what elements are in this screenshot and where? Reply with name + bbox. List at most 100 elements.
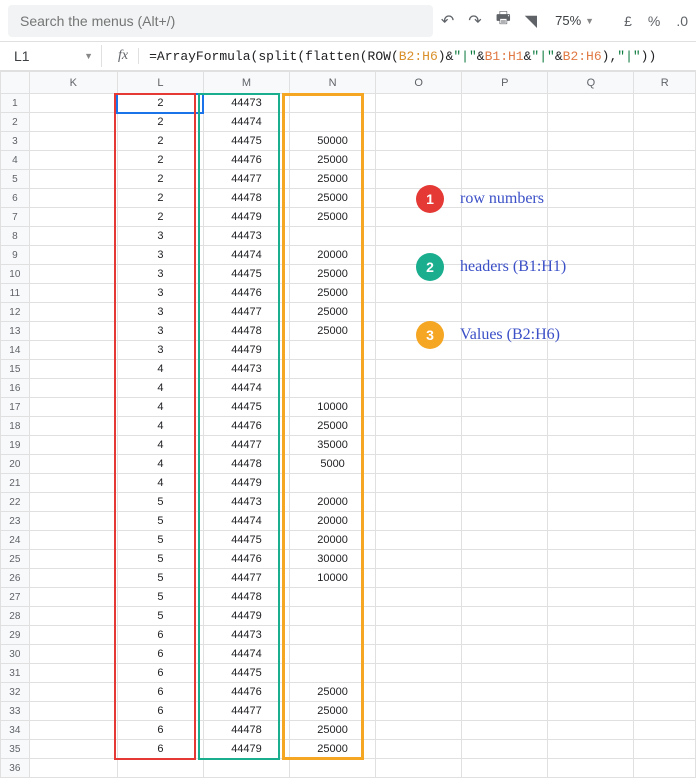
cell[interactable]: 44473 <box>203 94 289 113</box>
row-header[interactable]: 27 <box>1 588 30 607</box>
cell[interactable] <box>462 417 548 436</box>
cell[interactable] <box>203 759 289 778</box>
cell[interactable] <box>634 569 696 588</box>
cell[interactable] <box>548 455 634 474</box>
cell[interactable] <box>376 607 462 626</box>
row-header[interactable]: 28 <box>1 607 30 626</box>
cell[interactable] <box>29 303 117 322</box>
cell[interactable] <box>290 379 376 398</box>
cell[interactable]: 20000 <box>290 246 376 265</box>
cell[interactable]: 6 <box>117 626 203 645</box>
undo-icon[interactable]: ↶ <box>441 11 454 31</box>
cell[interactable] <box>376 417 462 436</box>
cell[interactable]: 44473 <box>203 360 289 379</box>
cell[interactable] <box>376 721 462 740</box>
row-header[interactable]: 17 <box>1 398 30 417</box>
cell[interactable] <box>548 512 634 531</box>
cell[interactable] <box>462 645 548 664</box>
row-header[interactable]: 5 <box>1 170 30 189</box>
cell[interactable] <box>290 341 376 360</box>
row-header[interactable]: 1 <box>1 94 30 113</box>
cell[interactable] <box>462 360 548 379</box>
percent-button[interactable]: % <box>648 13 660 29</box>
cell[interactable]: 2 <box>117 189 203 208</box>
redo-icon[interactable]: ↷ <box>468 11 481 31</box>
cell[interactable] <box>634 113 696 132</box>
cell[interactable]: 44476 <box>203 284 289 303</box>
cell[interactable] <box>634 607 696 626</box>
cell[interactable] <box>29 493 117 512</box>
cell[interactable] <box>634 531 696 550</box>
cell[interactable] <box>290 227 376 246</box>
row-header[interactable]: 25 <box>1 550 30 569</box>
cell[interactable] <box>117 759 203 778</box>
cell[interactable]: 44475 <box>203 132 289 151</box>
cell[interactable]: 6 <box>117 721 203 740</box>
cell[interactable] <box>462 607 548 626</box>
cell[interactable] <box>634 455 696 474</box>
cell[interactable]: 25000 <box>290 265 376 284</box>
cell[interactable]: 44476 <box>203 550 289 569</box>
cell[interactable] <box>548 683 634 702</box>
cell[interactable]: 5 <box>117 550 203 569</box>
row-header[interactable]: 23 <box>1 512 30 531</box>
cell[interactable] <box>634 493 696 512</box>
cell[interactable]: 20000 <box>290 512 376 531</box>
cell[interactable] <box>634 626 696 645</box>
search-input[interactable] <box>8 5 433 37</box>
cell[interactable] <box>634 379 696 398</box>
cell[interactable] <box>376 759 462 778</box>
cell[interactable] <box>634 588 696 607</box>
row-header[interactable]: 31 <box>1 664 30 683</box>
cell[interactable] <box>634 512 696 531</box>
cell[interactable] <box>548 398 634 417</box>
cell[interactable]: 4 <box>117 436 203 455</box>
row-header[interactable]: 7 <box>1 208 30 227</box>
cell[interactable] <box>29 759 117 778</box>
cell[interactable] <box>376 360 462 379</box>
cell[interactable]: 25000 <box>290 189 376 208</box>
cell[interactable] <box>462 721 548 740</box>
cell[interactable]: 44478 <box>203 455 289 474</box>
cell[interactable] <box>634 322 696 341</box>
cell[interactable]: 5 <box>117 493 203 512</box>
cell[interactable] <box>290 607 376 626</box>
cell[interactable] <box>548 474 634 493</box>
row-header[interactable]: 10 <box>1 265 30 284</box>
cell[interactable] <box>29 379 117 398</box>
cell[interactable]: 44473 <box>203 626 289 645</box>
cell[interactable] <box>548 759 634 778</box>
cell[interactable] <box>290 360 376 379</box>
cell[interactable]: 44477 <box>203 436 289 455</box>
cell[interactable]: 25000 <box>290 721 376 740</box>
cell[interactable] <box>29 683 117 702</box>
cell[interactable] <box>29 550 117 569</box>
column-header[interactable]: P <box>462 72 548 94</box>
cell[interactable]: 44475 <box>203 398 289 417</box>
cell[interactable] <box>376 531 462 550</box>
cell[interactable]: 44474 <box>203 113 289 132</box>
cell[interactable]: 5000 <box>290 455 376 474</box>
row-header[interactable]: 33 <box>1 702 30 721</box>
cell[interactable]: 2 <box>117 113 203 132</box>
row-header[interactable]: 21 <box>1 474 30 493</box>
cell[interactable] <box>376 569 462 588</box>
currency-button[interactable]: £ <box>624 13 632 29</box>
cell[interactable]: 4 <box>117 455 203 474</box>
spreadsheet-grid[interactable]: K L M N O P Q R 124447322444743244475500… <box>0 71 696 778</box>
cell[interactable]: 10000 <box>290 398 376 417</box>
cell[interactable]: 3 <box>117 265 203 284</box>
cell[interactable]: 44478 <box>203 588 289 607</box>
cell[interactable] <box>29 113 117 132</box>
cell[interactable] <box>29 626 117 645</box>
cell[interactable]: 3 <box>117 246 203 265</box>
cell[interactable] <box>29 531 117 550</box>
paint-format-icon[interactable]: ◥ <box>525 11 537 31</box>
cell[interactable] <box>634 151 696 170</box>
cell[interactable]: 44478 <box>203 189 289 208</box>
cell[interactable] <box>29 474 117 493</box>
cell[interactable] <box>548 664 634 683</box>
cell[interactable]: 5 <box>117 569 203 588</box>
cell[interactable]: 3 <box>117 341 203 360</box>
cell[interactable] <box>29 265 117 284</box>
